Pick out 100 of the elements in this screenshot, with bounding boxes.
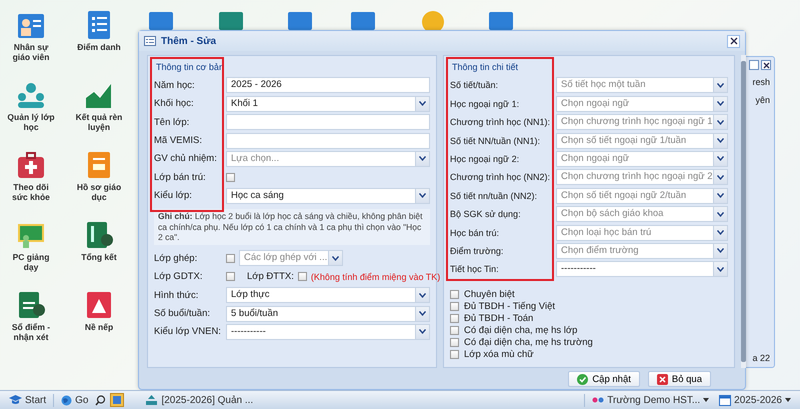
caret-icon[interactable] — [713, 115, 727, 130]
caret-icon[interactable] — [415, 152, 429, 166]
caret-icon[interactable] — [415, 288, 429, 302]
checkbox[interactable] — [450, 326, 459, 335]
checkbox-label[interactable]: Chuyên biệt — [464, 288, 515, 300]
note-text: Ghi chú: Lớp học 2 buổi là lớp học cả sáng và chiều, không phân biệt ca chính/ca phụ. Nếu lớp có 1 ca chính và 1 ca phụ thì chọn vào "Học 2 ca". — [154, 209, 430, 245]
app-icon[interactable] — [350, 10, 376, 30]
icon-label[interactable]: Quản lý lớp học — [5, 113, 57, 133]
dropdown[interactable]: Khối 1 — [226, 96, 430, 112]
caret-icon[interactable] — [713, 262, 727, 276]
checkbox[interactable] — [298, 272, 307, 282]
icon-label[interactable]: Theo dõi sức khỏe — [5, 183, 57, 203]
icon-label[interactable]: Tổng kết — [73, 253, 125, 263]
search-icon[interactable] — [95, 394, 106, 406]
input-field[interactable]: 2025 - 2026 — [226, 77, 430, 94]
go-button[interactable]: Go — [58, 394, 92, 406]
checkbox-label[interactable]: Lớp xóa mù chữ — [464, 348, 534, 360]
field-label: Số tiết NN/tuần (NN1): — [450, 136, 542, 146]
cancel-button[interactable]: Bỏ qua — [648, 371, 711, 387]
close-button[interactable] — [761, 60, 771, 70]
close-button[interactable] — [727, 34, 740, 48]
summary-icon[interactable] — [84, 220, 114, 250]
icon-label[interactable]: Nề nếp — [73, 323, 125, 333]
dropdown[interactable]: Chọn loại học bán trú — [556, 224, 728, 241]
app-icon[interactable] — [148, 10, 174, 30]
field-label: Năm học: — [154, 80, 196, 91]
caret-icon[interactable] — [415, 188, 429, 203]
dropdown[interactable]: Chọn số tiết ngoại ngữ 1/tuần — [556, 132, 728, 149]
caret-icon[interactable] — [415, 96, 429, 111]
input-field[interactable] — [226, 132, 430, 149]
dropdown[interactable]: Chọn ngoại ngữ — [556, 96, 728, 112]
caret-icon[interactable] — [713, 152, 727, 166]
dropdown[interactable]: Học ca sáng — [226, 188, 430, 204]
caret-icon[interactable] — [328, 251, 342, 266]
caret-icon[interactable] — [713, 170, 727, 184]
checkbox[interactable] — [226, 254, 235, 263]
app-icon[interactable] — [218, 10, 244, 30]
caret-icon[interactable] — [713, 134, 727, 148]
app-icon[interactable] — [287, 10, 313, 30]
checkbox[interactable] — [450, 290, 459, 299]
icon-label[interactable]: PC giảng dạy — [5, 253, 57, 273]
update-button[interactable]: Cập nhật — [568, 371, 640, 387]
dropdown[interactable]: Các lớp ghép với ... — [239, 250, 343, 266]
caret-icon[interactable] — [415, 324, 429, 339]
dropdown[interactable]: ----------- — [556, 261, 728, 278]
column-header: yên — [755, 95, 770, 105]
warning-text: (Không tính điểm miệng vào TK) — [310, 272, 440, 282]
close-icon — [730, 37, 738, 45]
field-label: Hình thức: — [154, 290, 200, 301]
field-label: Tiết học Tin: — [450, 264, 500, 274]
dropdown[interactable]: Chọn ngoại ngữ — [556, 150, 728, 167]
dropdown[interactable]: Chọn bộ sách giáo khoa — [556, 206, 728, 222]
medical-icon[interactable] — [16, 150, 46, 180]
dropdown[interactable]: Chọn chương trình học ngoại ngữ 1 — [556, 114, 728, 130]
dropdown[interactable]: Lớp thực — [226, 287, 430, 304]
network-icon — [145, 395, 158, 405]
caret-icon[interactable] — [713, 244, 727, 258]
checkbox-label[interactable]: Đủ TBDH - Toán — [464, 312, 534, 324]
caret-icon[interactable] — [415, 306, 429, 321]
caret-icon[interactable] — [713, 207, 727, 222]
caret-icon[interactable] — [713, 78, 727, 92]
checkbox-label[interactable]: Đủ TBDH - Tiếng Việt — [464, 300, 555, 312]
dropdown[interactable]: ----------- — [226, 324, 430, 340]
gradebook-icon[interactable] — [16, 290, 46, 320]
caret-icon[interactable] — [713, 226, 727, 240]
checkbox[interactable] — [226, 272, 235, 282]
dropdown[interactable]: Chọn chương trình học ngoại ngữ 2 — [556, 169, 728, 186]
field-label: Lớp ghép: — [154, 252, 198, 264]
checkbox[interactable] — [450, 302, 459, 311]
school-selector[interactable]: Trường Demo HST... — [589, 394, 712, 406]
checkbox[interactable] — [226, 172, 235, 182]
caret-icon[interactable] — [713, 188, 727, 203]
caret-icon[interactable] — [713, 96, 727, 111]
input-field[interactable] — [226, 114, 430, 130]
icon-label[interactable]: Hồ sơ giáo dục — [73, 183, 125, 203]
field-label: Số tiết nn/tuần (NN2): — [450, 190, 538, 201]
icon-label[interactable]: Kết quả rèn luyện — [73, 113, 125, 133]
icon-label[interactable]: Nhân sự giáo viên — [5, 43, 57, 63]
dropdown[interactable]: Lựa chọn... — [226, 150, 430, 167]
checkbox-label[interactable]: Có đại diện cha, mẹ hs lớp — [464, 324, 578, 336]
icon-label[interactable]: Điểm danh — [73, 43, 125, 53]
caret-icon — [703, 398, 710, 402]
app-icon[interactable] — [488, 10, 514, 30]
scrollbar[interactable] — [741, 55, 746, 368]
start-button[interactable]: Start — [6, 394, 50, 406]
checkbox[interactable] — [450, 350, 459, 359]
dropdown[interactable]: 5 buổi/tuần — [226, 306, 430, 322]
dropdown[interactable]: Số tiết học một tuần — [556, 77, 728, 94]
field-label: Lớp bán trú: — [154, 172, 207, 183]
year-selector[interactable]: 2025-2026 — [716, 394, 794, 406]
taskbar-window[interactable]: [2025-2026] Quản ... — [142, 394, 256, 406]
warning-icon[interactable] — [84, 290, 114, 320]
checkbox-label[interactable]: Có đại diện cha, mẹ hs trường — [464, 336, 593, 348]
icon-label[interactable]: Sổ điểm - nhận xét — [5, 323, 57, 343]
dropdown[interactable]: Chọn số tiết ngoại ngữ 2/tuần — [556, 188, 728, 204]
checkbox[interactable] — [450, 314, 459, 323]
dropdown[interactable]: Chọn điểm trường — [556, 242, 728, 259]
group-icon[interactable] — [16, 80, 46, 110]
checkbox[interactable] — [450, 338, 459, 347]
field-label: Số tiết/tuần: — [450, 80, 500, 90]
